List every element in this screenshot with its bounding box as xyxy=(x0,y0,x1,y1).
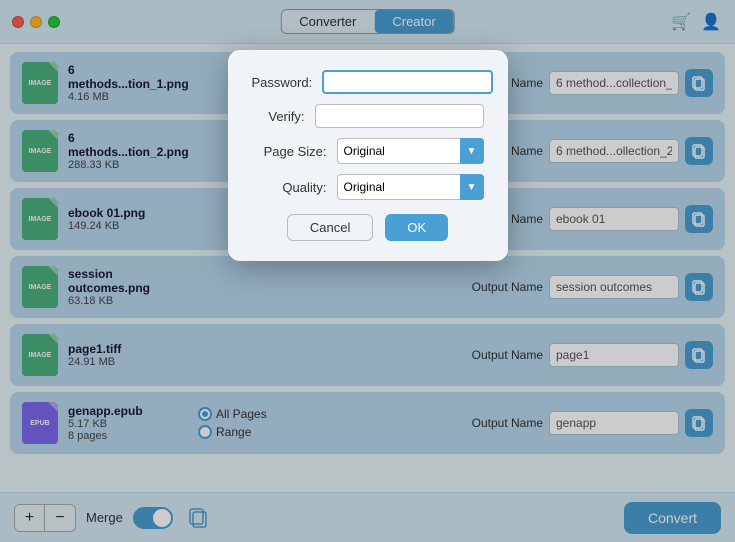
modal-dialog: Password: Verify: Page Size: Original A4… xyxy=(228,50,508,261)
ok-button[interactable]: OK xyxy=(385,214,448,241)
cancel-button[interactable]: Cancel xyxy=(287,214,373,241)
modal-overlay: Password: Verify: Page Size: Original A4… xyxy=(0,0,735,542)
quality-label: Quality: xyxy=(252,180,327,195)
page-size-select-wrap: Original A4 Letter Legal ▼ xyxy=(337,138,484,164)
verify-label: Verify: xyxy=(252,109,305,124)
modal-password-row: Password: xyxy=(252,70,484,94)
modal-pagesize-row: Page Size: Original A4 Letter Legal ▼ xyxy=(252,138,484,164)
page-size-label: Page Size: xyxy=(252,144,327,159)
verify-input[interactable] xyxy=(315,104,484,128)
quality-select[interactable]: Original High Medium Low xyxy=(337,174,484,200)
quality-select-wrap: Original High Medium Low ▼ xyxy=(337,174,484,200)
password-input[interactable] xyxy=(322,70,493,94)
modal-verify-row: Verify: xyxy=(252,104,484,128)
password-label: Password: xyxy=(252,75,313,90)
modal-quality-row: Quality: Original High Medium Low ▼ xyxy=(252,174,484,200)
page-size-select[interactable]: Original A4 Letter Legal xyxy=(337,138,484,164)
modal-buttons: Cancel OK xyxy=(252,214,484,241)
